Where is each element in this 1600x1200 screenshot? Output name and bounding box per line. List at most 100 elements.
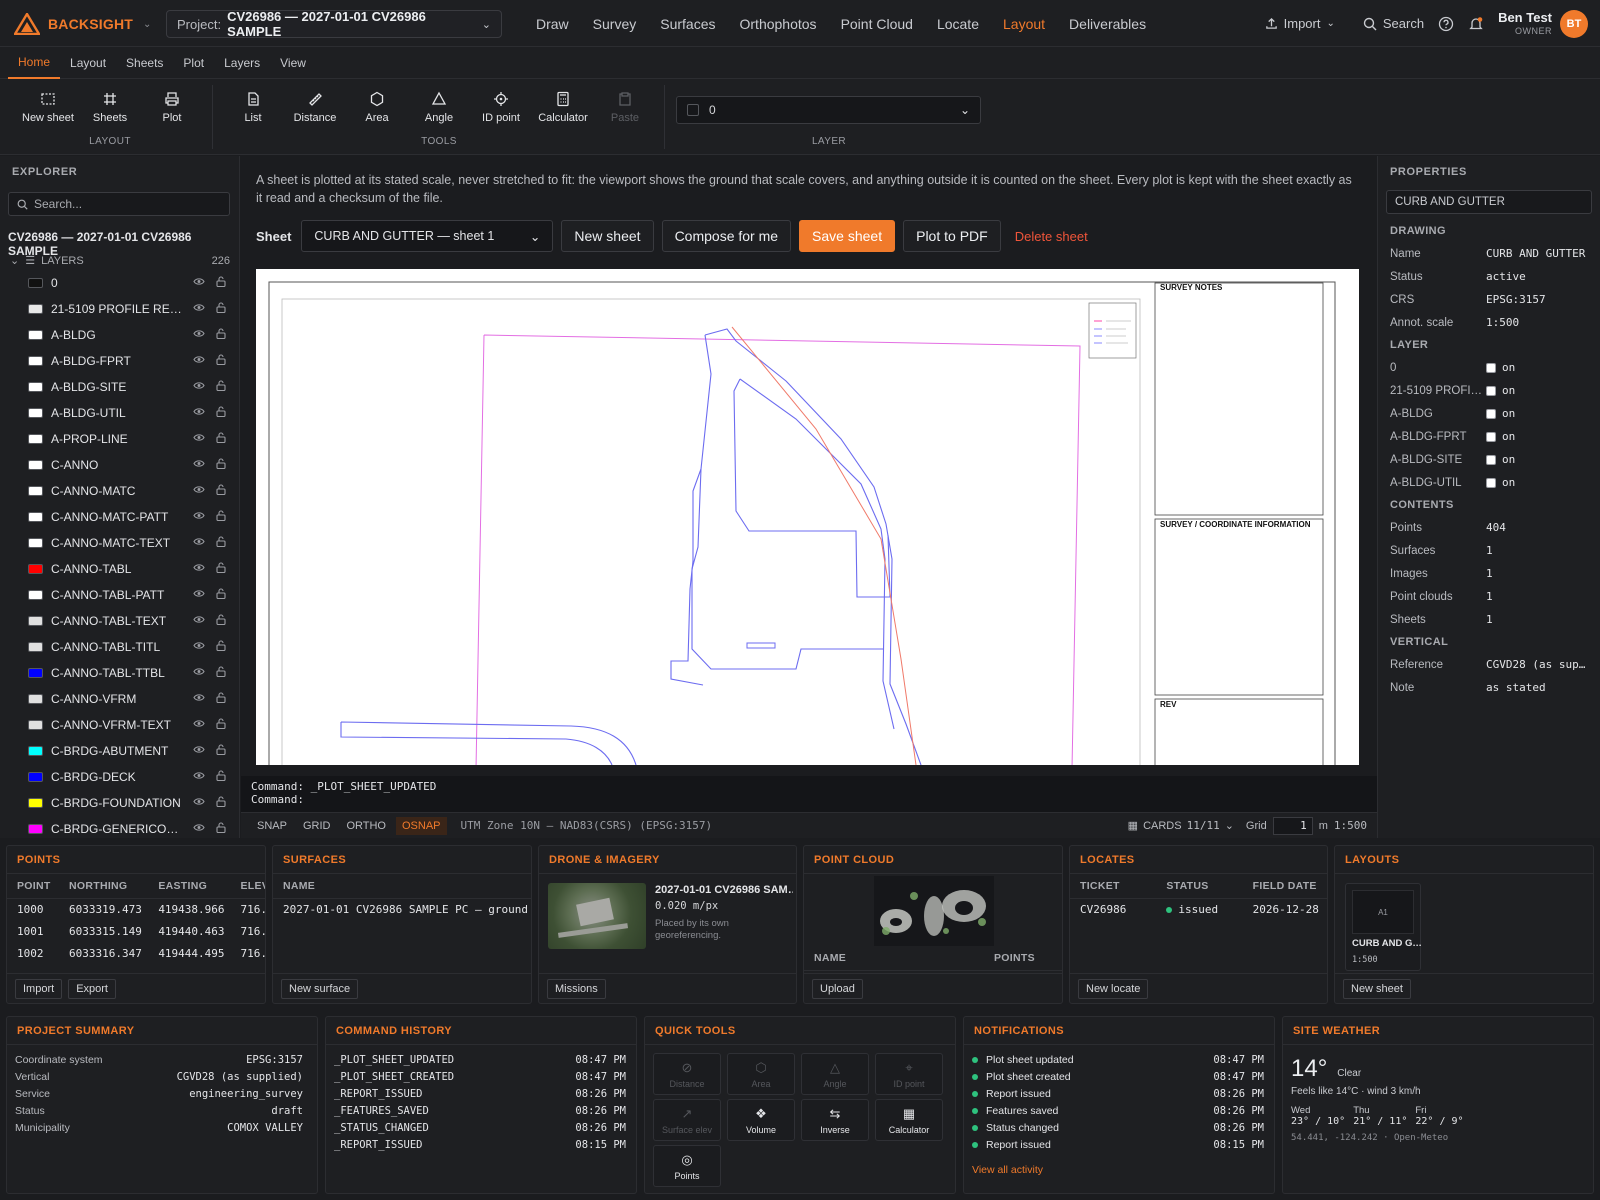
toggle-snap[interactable]: SNAP bbox=[251, 817, 293, 835]
ribbon-sheets-button[interactable]: Sheets bbox=[79, 91, 141, 124]
layout-sheet-tile[interactable]: A1 CURB AND G… 1:500 bbox=[1345, 883, 1422, 971]
nav-item-orthophotos[interactable]: Orthophotos bbox=[728, 16, 829, 32]
property-row[interactable]: 0 on bbox=[1378, 356, 1600, 379]
layers-tree-header[interactable]: ⌄ ☰ LAYERS 226 bbox=[10, 254, 230, 268]
layer-visibility-checkbox[interactable] bbox=[1486, 386, 1496, 396]
history-row[interactable]: _REPORT_ISSUED 08:26 PM bbox=[326, 1085, 636, 1102]
history-row[interactable]: _REPORT_ISSUED 08:15 PM bbox=[326, 1136, 636, 1153]
ribbon-new-sheet-button[interactable]: New sheet bbox=[17, 91, 79, 124]
property-row[interactable]: Name CURB AND GUTTER bbox=[1378, 242, 1600, 265]
property-row[interactable]: Annot. scale 1:500 bbox=[1378, 311, 1600, 334]
layer-row[interactable]: C-ANNO-TABL-TITL bbox=[0, 634, 239, 660]
layer-row[interactable]: C-BRDG-GENERICOBJECT bbox=[0, 816, 239, 838]
sheet-canvas[interactable]: SURVEY NOTES SURVEY / COORDINATE INFORMA… bbox=[256, 269, 1359, 765]
layer-color-swatch[interactable] bbox=[28, 382, 43, 392]
toggle-grid[interactable]: GRID bbox=[297, 817, 337, 835]
layer-row[interactable]: C-BRDG-FOUNDATION bbox=[0, 790, 239, 816]
missions-button[interactable]: Missions bbox=[547, 978, 606, 999]
property-row[interactable]: Surfaces 1 bbox=[1378, 539, 1600, 562]
new-locate-button[interactable]: New locate bbox=[1078, 978, 1149, 999]
property-row[interactable]: 21-5109 PROFIL... on bbox=[1378, 379, 1600, 402]
save-sheet-button[interactable]: Save sheet bbox=[799, 220, 896, 252]
eye-icon[interactable] bbox=[192, 745, 206, 757]
property-row[interactable]: A-BLDG-FPRT on bbox=[1378, 425, 1600, 448]
tab-plot[interactable]: Plot bbox=[173, 47, 214, 79]
property-row[interactable]: Sheets 1 bbox=[1378, 608, 1600, 631]
layer-color-swatch[interactable] bbox=[28, 512, 43, 522]
avatar[interactable]: BT bbox=[1560, 9, 1588, 38]
compose-button[interactable]: Compose for me bbox=[661, 220, 792, 252]
layer-color-swatch[interactable] bbox=[28, 564, 43, 574]
unlock-icon[interactable] bbox=[214, 822, 228, 836]
property-row[interactable]: Reference CGVD28 (as sup… bbox=[1378, 653, 1600, 676]
eye-icon[interactable] bbox=[192, 693, 206, 705]
eye-icon[interactable] bbox=[192, 667, 206, 679]
table-row[interactable]: 1001 6033315.149 419440.463 716.3 bbox=[7, 920, 265, 942]
layer-row[interactable]: A-PROP-LINE bbox=[0, 426, 239, 452]
eye-icon[interactable] bbox=[192, 823, 206, 835]
property-row[interactable]: Status active bbox=[1378, 265, 1600, 288]
unlock-icon[interactable] bbox=[214, 406, 228, 420]
tab-layers[interactable]: Layers bbox=[214, 47, 270, 79]
layer-color-swatch[interactable] bbox=[28, 616, 43, 626]
eye-icon[interactable] bbox=[192, 719, 206, 731]
ribbon-plot-button[interactable]: Plot bbox=[141, 91, 203, 124]
unlock-icon[interactable] bbox=[214, 302, 228, 316]
eye-icon[interactable] bbox=[192, 329, 206, 341]
plot-to-pdf-button[interactable]: Plot to PDF bbox=[903, 220, 1001, 252]
unlock-icon[interactable] bbox=[214, 588, 228, 602]
unlock-icon[interactable] bbox=[214, 692, 228, 706]
layer-row[interactable]: C-ANNO-MATC bbox=[0, 478, 239, 504]
unlock-icon[interactable] bbox=[214, 744, 228, 758]
ribbon-calculator-button[interactable]: Calculator bbox=[532, 91, 594, 124]
layer-visibility-checkbox[interactable] bbox=[1486, 432, 1496, 442]
eye-icon[interactable] bbox=[192, 563, 206, 575]
import-menu[interactable]: Import ⌄ bbox=[1265, 16, 1335, 31]
layer-row[interactable]: C-ANNO bbox=[0, 452, 239, 478]
grid-size-input[interactable]: 1 bbox=[1272, 816, 1313, 835]
notification-row[interactable]: Plot sheet created 08:47 PM bbox=[964, 1068, 1274, 1085]
ribbon-id-point-button[interactable]: ID point bbox=[470, 91, 532, 124]
new-sheet-button[interactable]: New sheet bbox=[1343, 978, 1411, 999]
layer-row[interactable]: A-BLDG-UTIL bbox=[0, 400, 239, 426]
unlock-icon[interactable] bbox=[214, 796, 228, 810]
search-button[interactable]: Search bbox=[1363, 16, 1424, 31]
history-row[interactable]: _STATUS_CHANGED 08:26 PM bbox=[326, 1119, 636, 1136]
layer-color-swatch[interactable] bbox=[28, 590, 43, 600]
layer-visibility-checkbox[interactable] bbox=[1486, 409, 1496, 419]
app-logo[interactable]: BACKSIGHT ⌄ bbox=[14, 10, 151, 38]
properties-filter-input[interactable]: CURB AND GUTTER bbox=[1386, 190, 1592, 214]
eye-icon[interactable] bbox=[192, 485, 206, 497]
eye-icon[interactable] bbox=[192, 381, 206, 393]
quick-tool-volume[interactable]: ❖ Volume bbox=[727, 1099, 795, 1141]
chevron-down-icon[interactable]: ⌄ bbox=[143, 19, 151, 30]
table-row[interactable]: 1000 6033319.473 419438.966 716.4 bbox=[7, 898, 265, 920]
layer-visibility-checkbox[interactable] bbox=[1486, 478, 1496, 488]
layer-row[interactable]: 21-5109 PROFILE REFERE... bbox=[0, 296, 239, 322]
eye-icon[interactable] bbox=[192, 303, 206, 315]
property-row[interactable]: CRS EPSG:3157 bbox=[1378, 288, 1600, 311]
export-button[interactable]: Export bbox=[68, 978, 116, 999]
property-row[interactable]: Points 404 bbox=[1378, 516, 1600, 539]
layer-visibility-checkbox[interactable] bbox=[1486, 455, 1496, 465]
notification-row[interactable]: Features saved 08:26 PM bbox=[964, 1102, 1274, 1119]
layer-visibility-checkbox[interactable] bbox=[1486, 363, 1496, 373]
eye-icon[interactable] bbox=[192, 355, 206, 367]
unlock-icon[interactable] bbox=[214, 380, 228, 394]
bell-icon[interactable] bbox=[1468, 16, 1484, 32]
unlock-icon[interactable] bbox=[214, 276, 228, 290]
tab-view[interactable]: View bbox=[270, 47, 316, 79]
eye-icon[interactable] bbox=[192, 615, 206, 627]
layer-color-swatch[interactable] bbox=[28, 798, 43, 808]
tab-sheets[interactable]: Sheets bbox=[116, 47, 173, 79]
history-row[interactable]: _PLOT_SHEET_UPDATED 08:47 PM bbox=[326, 1051, 636, 1068]
notification-row[interactable]: Report issued 08:15 PM bbox=[964, 1136, 1274, 1153]
eye-icon[interactable] bbox=[192, 407, 206, 419]
nav-item-layout[interactable]: Layout bbox=[991, 16, 1057, 32]
layer-color-swatch[interactable] bbox=[28, 408, 43, 418]
layer-row[interactable]: C-BRDG-DECK bbox=[0, 764, 239, 790]
layer-color-swatch[interactable] bbox=[28, 460, 43, 470]
layer-row[interactable]: 0 bbox=[0, 270, 239, 296]
notification-row[interactable]: Report issued 08:26 PM bbox=[964, 1085, 1274, 1102]
eye-icon[interactable] bbox=[192, 277, 206, 289]
